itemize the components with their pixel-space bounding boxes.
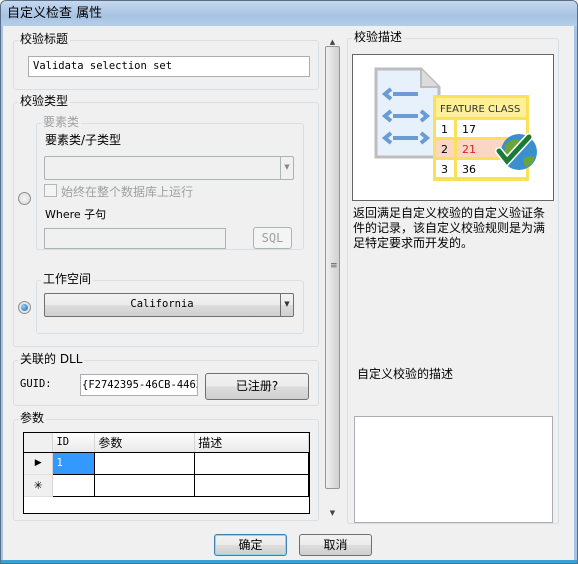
properties-dialog: 自定义检查 属性 校验标题 Validata selection set 校验类… xyxy=(0,0,578,564)
grip-icon: ≡ xyxy=(330,261,338,271)
column-header-id[interactable]: ID xyxy=(52,433,96,453)
custom-description-label: 自定义校验的描述 xyxy=(357,367,454,381)
title-bar[interactable]: 自定义检查 属性 xyxy=(1,1,577,26)
cell-id[interactable] xyxy=(52,473,96,497)
registered-button[interactable]: 已注册? xyxy=(205,373,309,400)
workspace-label: 工作空间 xyxy=(41,272,94,287)
illustration-header: FEATURE CLASS xyxy=(440,104,520,115)
new-row-asterisk-icon: ✳ xyxy=(24,474,54,497)
window-title: 自定义检查 属性 xyxy=(7,6,103,21)
dll-group: 关联的 DLL GUID: {F2742395-46CB-4463- 已注册? xyxy=(13,352,319,406)
workspace-radio[interactable] xyxy=(18,301,31,314)
column-header-description[interactable]: 描述 xyxy=(194,433,309,453)
parameters-table: ID 参数 描述 ▶ 1 ✳ xyxy=(24,433,309,497)
check-illustration: FEATURE CLASS 1 17 2 21 3 36 xyxy=(352,54,554,201)
subtype-dropdown[interactable]: ▼ xyxy=(44,156,294,180)
feature-class-radio[interactable] xyxy=(18,192,31,205)
illustration-row-value: 17 xyxy=(462,123,476,136)
feature-class-group: 要素类 要素类/子类型 ▼ 始终在整个数据库上运行 Where 子句 SQL xyxy=(36,115,304,250)
illustration-row-id: 3 xyxy=(441,163,448,176)
check-title-group: 校验标题 Validata selection set xyxy=(13,32,319,90)
scrollbar-thumb[interactable]: ≡ xyxy=(325,46,340,489)
guid-label: GUID: xyxy=(20,378,52,390)
parameters-label: 参数 xyxy=(18,411,47,426)
dll-label: 关联的 DLL xyxy=(18,352,85,367)
illustration-row-id: 2 xyxy=(441,143,448,156)
feature-class-validation-icon: FEATURE CLASS 1 17 2 21 3 36 xyxy=(374,67,537,181)
cancel-button[interactable]: 取消 xyxy=(299,534,372,556)
column-header-parameter[interactable]: 参数 xyxy=(94,433,196,453)
custom-description-input[interactable] xyxy=(354,416,553,523)
current-row-arrow-icon: ▶ xyxy=(24,452,54,475)
subtype-label: 要素类/子类型 xyxy=(45,133,122,147)
cell-parameter[interactable] xyxy=(94,451,196,475)
run-entire-db-checkbox[interactable] xyxy=(44,184,57,197)
table-row[interactable]: ▶ 1 xyxy=(24,451,309,475)
subtype-value xyxy=(45,157,279,179)
window-frame-bottom xyxy=(1,560,577,563)
ok-button[interactable]: 确定 xyxy=(214,534,287,556)
run-entire-db-label: 始终在整个数据库上运行 xyxy=(61,185,194,199)
sql-button[interactable]: SQL xyxy=(253,227,292,249)
where-clause-label: Where 子句 xyxy=(45,208,107,221)
cell-description[interactable] xyxy=(194,473,309,497)
check-title-input[interactable]: Validata selection set xyxy=(28,56,310,77)
chevron-down-icon[interactable]: ▼ xyxy=(280,157,293,179)
cell-parameter[interactable] xyxy=(94,473,196,497)
check-type-label: 校验类型 xyxy=(18,94,71,109)
description-label: 校验描述 xyxy=(352,30,405,45)
workspace-group: 工作空间 California ▼ xyxy=(36,272,304,334)
parameters-grid[interactable]: ID 参数 描述 ▶ 1 ✳ xyxy=(23,432,310,514)
guid-input[interactable]: {F2742395-46CB-4463- xyxy=(80,374,198,396)
where-clause-input[interactable] xyxy=(44,228,226,249)
window-frame-right xyxy=(574,26,577,563)
workspace-value: California xyxy=(130,298,194,310)
feature-class-group-label: 要素类 xyxy=(41,115,82,130)
row-header-corner xyxy=(24,433,54,453)
grid-header-row: ID 参数 描述 xyxy=(24,433,309,453)
parameters-group: 参数 ID 参数 描述 ▶ 1 ✳ xyxy=(13,411,319,521)
illustration-row-value: 21 xyxy=(462,143,476,156)
workspace-dropdown[interactable]: California ▼ xyxy=(44,293,294,317)
window-frame-left xyxy=(1,26,3,563)
illustration-row-value: 36 xyxy=(462,163,476,176)
illustration-row-id: 1 xyxy=(441,123,448,136)
vertical-scrollbar[interactable]: ▲ ≡ ▼ xyxy=(324,34,341,522)
check-title-label: 校验标题 xyxy=(18,32,71,47)
check-type-group: 校验类型 要素类 要素类/子类型 ▼ 始终在整个数据库上运行 Where 子句 … xyxy=(13,94,319,347)
cell-id[interactable]: 1 xyxy=(52,451,96,475)
cell-description[interactable] xyxy=(194,451,309,475)
check-description-text: 返回满足自定义校验的自定义验证条件的记录，该自定义校验规则是为满足特定要求而开发… xyxy=(353,206,546,250)
scroll-down-icon[interactable]: ▼ xyxy=(324,505,341,522)
chevron-down-icon[interactable]: ▼ xyxy=(280,294,293,316)
table-row-new[interactable]: ✳ xyxy=(24,473,309,497)
